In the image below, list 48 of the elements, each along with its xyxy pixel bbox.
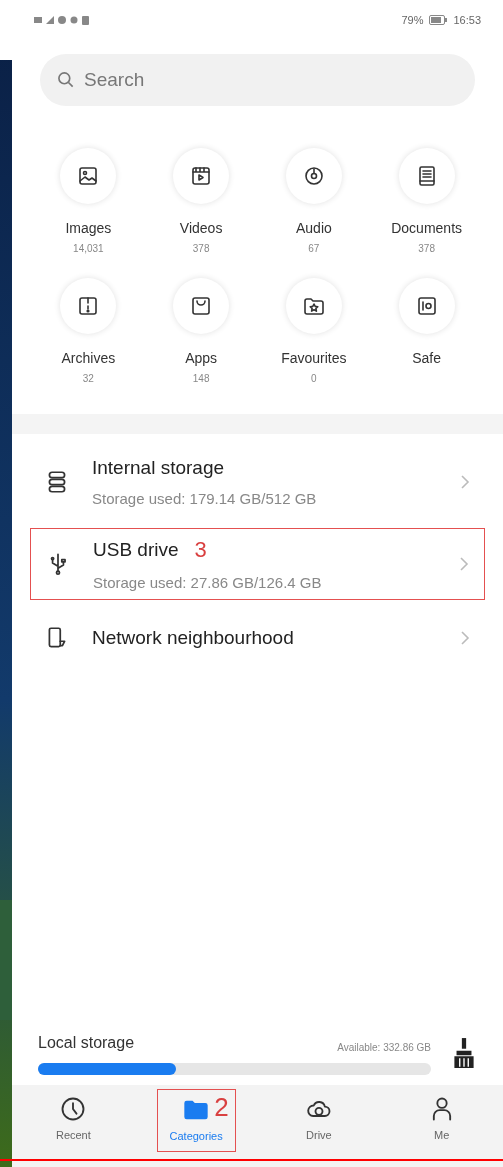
category-label: Videos (179, 219, 223, 238)
local-storage-title: Local storage (38, 1033, 135, 1053)
category-button[interactable] (398, 278, 455, 334)
category-button[interactable] (173, 278, 230, 334)
category-count: 67 (308, 242, 320, 256)
nav-tab[interactable]: Drive (292, 1089, 345, 1150)
category-label: Apps (185, 349, 218, 368)
storage-usage: Storage used: 27.86 GB/126.4 GB (93, 573, 323, 594)
location-title: Internal storage (92, 455, 225, 480)
category-label: Favourites (281, 349, 347, 368)
location-title: USB drive (93, 537, 179, 562)
annotation-number: 2 (214, 1094, 229, 1120)
category-button[interactable] (398, 148, 455, 204)
category-label: Documents (391, 219, 463, 238)
battery-icon (429, 15, 448, 25)
category-button[interactable] (285, 148, 342, 204)
storage-location-item[interactable]: Internal storage Storage used: 179.14 GB/512 GB (30, 446, 485, 518)
chevron-right-icon (459, 630, 471, 646)
category-button[interactable] (60, 278, 117, 334)
category-count: 0 (311, 372, 317, 386)
storage-usage: Storage used: 179.14 GB/512 GB (92, 489, 318, 509)
location-title: Network neighbourhood (92, 625, 294, 650)
category-label: Audio (295, 219, 332, 238)
category-label: Safe (412, 349, 442, 368)
chevron-right-icon (458, 556, 470, 572)
broom-icon[interactable] (451, 1037, 477, 1069)
battery-percent: 79% (401, 12, 424, 28)
category-label: Images (65, 219, 112, 238)
category-count: 32 (82, 372, 94, 386)
category-button[interactable] (285, 278, 342, 334)
category-count: 14,031 (73, 242, 104, 256)
category-label: Archives (61, 349, 116, 368)
available-space: Available: 332.86 GB (337, 1041, 431, 1055)
category-button[interactable] (60, 148, 117, 204)
category-count: 378 (192, 242, 210, 256)
category-count: 148 (192, 372, 210, 386)
category-count: 378 (418, 242, 435, 256)
nav-tab[interactable]: Me (415, 1089, 468, 1150)
category-button[interactable] (173, 148, 230, 204)
storage-location-item[interactable]: USB drive 3 Storage used: 27.86 GB/126.4 GB (30, 528, 485, 600)
chevron-right-icon (459, 474, 471, 490)
nav-tab[interactable]: Categories 2 (156, 1089, 236, 1152)
clock-time: 16:53 (453, 12, 481, 28)
search-icon (56, 70, 76, 90)
search-field[interactable]: Search (40, 54, 475, 106)
annotation-number: 3 (194, 536, 207, 565)
storage-location-item[interactable]: Network neighbourhood (30, 610, 485, 666)
nav-tab[interactable]: Recent (43, 1089, 103, 1150)
